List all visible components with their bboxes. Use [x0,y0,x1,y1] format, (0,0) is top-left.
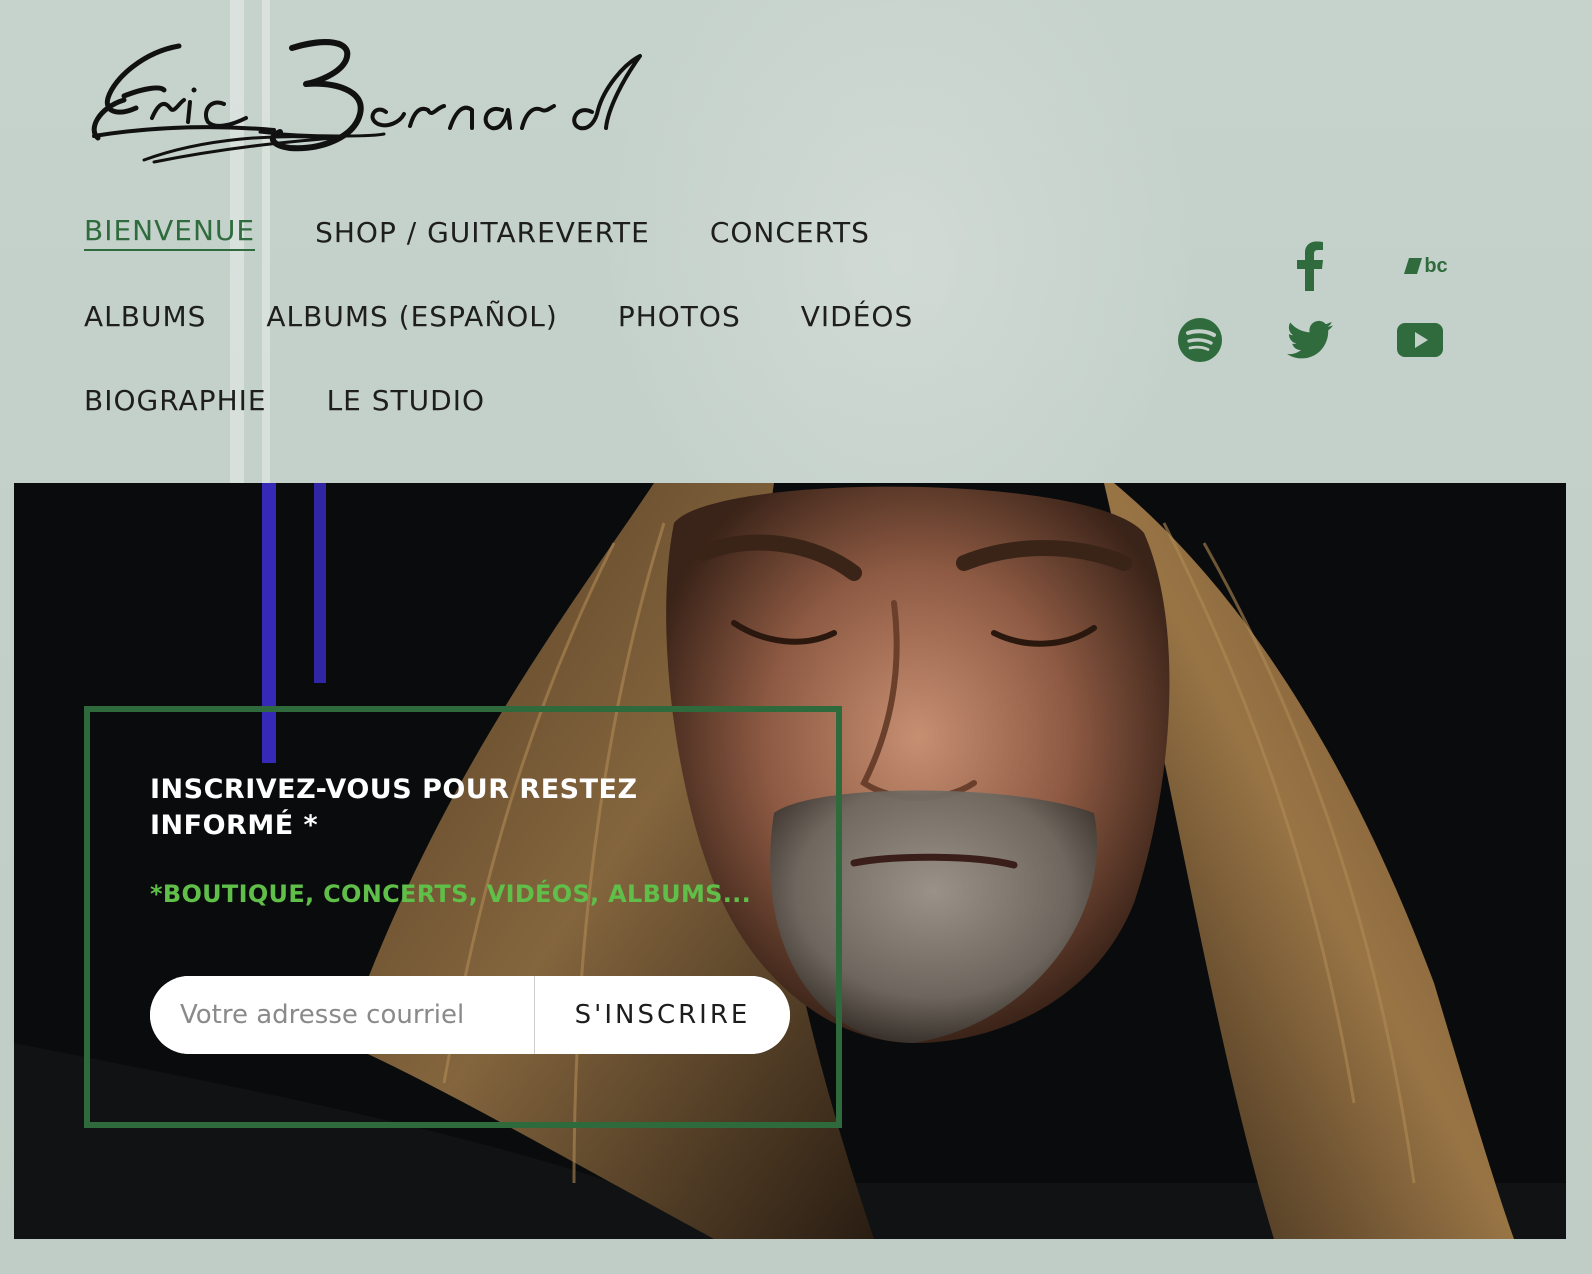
twitter-icon [1287,320,1333,359]
signup-title: INSCRIVEZ-VOUS POUR RESTEZ INFORMÉ * [150,774,638,841]
twitter-link[interactable] [1284,314,1336,366]
nav-row: BIOGRAPHIE LE STUDIO [84,358,1044,442]
hero-section: INSCRIVEZ-VOUS POUR RESTEZ INFORMÉ * *BO… [14,483,1566,1239]
facebook-link[interactable] [1284,240,1336,292]
facebook-icon [1297,241,1323,291]
signup-subtitle: *BOUTIQUE, CONCERTS, VIDÉOS, ALBUMS... [150,880,751,908]
social-links: bc [1178,236,1480,366]
bandcamp-label: bc [1424,254,1448,277]
newsletter-signup-box: INSCRIVEZ-VOUS POUR RESTEZ INFORMÉ * *BO… [84,706,842,1128]
spotify-icon [1178,318,1222,362]
nav-row: ALBUMS ALBUMS (ESPAÑOL) PHOTOS VIDÉOS [84,274,1044,358]
bandcamp-link[interactable]: bc [1396,240,1456,292]
bandcamp-icon [1404,258,1423,274]
nav-item-shop-guitareverte[interactable]: SHOP / GUITAREVERTE [315,216,650,249]
email-input[interactable] [150,976,535,1054]
subscribe-button[interactable]: S'INSCRIRE [535,976,790,1054]
site-logo[interactable] [84,38,664,168]
nav-item-videos[interactable]: VIDÉOS [801,300,913,333]
nav-item-concerts[interactable]: CONCERTS [710,216,870,249]
nav-item-biographie[interactable]: BIOGRAPHIE [84,384,267,417]
nav-item-albums-espanol[interactable]: ALBUMS (ESPAÑOL) [266,300,557,333]
nav-item-bienvenue[interactable]: BIENVENUE [84,214,256,251]
page: BIENVENUE SHOP / GUITAREVERTE CONCERTS A… [0,0,1592,1274]
nav-item-albums[interactable]: ALBUMS [84,300,206,333]
youtube-link[interactable] [1394,314,1446,366]
nav-item-photos[interactable]: PHOTOS [618,300,741,333]
youtube-icon [1397,323,1443,357]
main-navigation: BIENVENUE SHOP / GUITAREVERTE CONCERTS A… [84,190,1044,442]
nav-item-le-studio[interactable]: LE STUDIO [327,384,485,417]
nav-row: BIENVENUE SHOP / GUITAREVERTE CONCERTS [84,190,1044,274]
spotify-link[interactable] [1174,314,1226,366]
signup-form: S'INSCRIRE [150,976,790,1054]
signature-logo-image [91,39,642,164]
